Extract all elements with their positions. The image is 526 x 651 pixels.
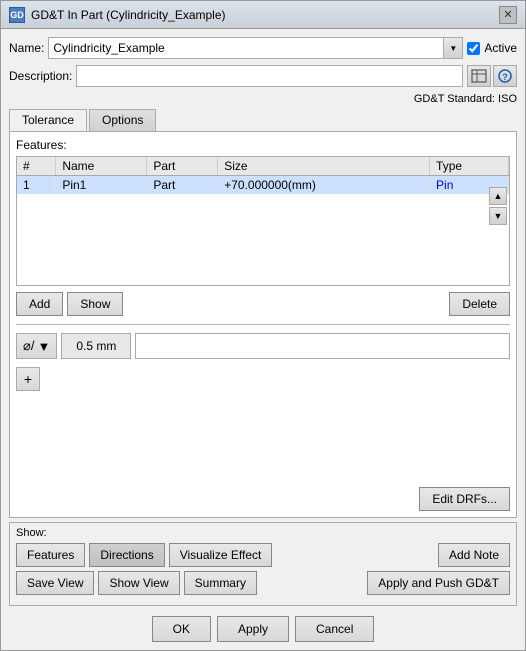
sort-arrows: ▲ ▼ — [489, 187, 507, 225]
svg-text:?: ? — [502, 72, 508, 82]
tab-tolerance[interactable]: Tolerance — [9, 109, 87, 131]
edit-drfs-button[interactable]: Edit DRFs... — [419, 487, 510, 511]
divider1 — [16, 324, 510, 325]
visualize-effect-btn[interactable]: Visualize Effect — [169, 543, 273, 567]
show-feature-button[interactable]: Show — [67, 292, 123, 316]
main-window: GD GD&T In Part (Cylindricity_Example) ✕… — [0, 0, 526, 651]
description-icon-btn1[interactable] — [467, 65, 491, 87]
description-input[interactable] — [76, 65, 463, 87]
cancel-button[interactable]: Cancel — [295, 616, 374, 642]
col-header-part: Part — [147, 157, 218, 176]
tolerance-symbol-btn[interactable]: ⌀/ ▼ — [16, 333, 57, 359]
cell-size: +70.000000(mm) — [218, 176, 430, 195]
edit-drfs-row: Edit DRFs... — [16, 487, 510, 511]
delete-button[interactable]: Delete — [449, 292, 510, 316]
directions-show-btn[interactable]: Directions — [89, 543, 164, 567]
table-header-row: # Name Part Size Type — [17, 157, 509, 176]
active-checkbox[interactable] — [467, 42, 480, 55]
apply-button[interactable]: Apply — [217, 616, 289, 642]
tolerance-extra-field — [135, 333, 510, 359]
summary-btn[interactable]: Summary — [184, 571, 257, 595]
bottom-buttons: OK Apply Cancel — [9, 616, 517, 642]
tolerance-tab-inner: Features: # Name Part Size Type — [10, 132, 516, 517]
table-row[interactable]: 1 Pin1 Part +70.000000(mm) Pin — [17, 176, 509, 195]
show-section: Show: Features Directions Visualize Effe… — [9, 522, 517, 606]
col-header-size: Size — [218, 157, 430, 176]
description-icons: ? — [467, 65, 517, 87]
add-button[interactable]: Add — [16, 292, 63, 316]
col-header-name: Name — [56, 157, 147, 176]
active-label: Active — [484, 41, 517, 55]
dialog-content: Name: ▼ Active Description: — [1, 29, 525, 650]
active-checkbox-row: Active — [467, 41, 517, 55]
ok-button[interactable]: OK — [152, 616, 211, 642]
features-table: # Name Part Size Type 1 Pin1 — [17, 157, 509, 194]
sort-up-btn[interactable]: ▲ — [489, 187, 507, 205]
cell-num: 1 — [17, 176, 56, 195]
title-bar-left: GD GD&T In Part (Cylindricity_Example) — [9, 7, 226, 23]
apply-push-gdt-btn[interactable]: Apply and Push GD&T — [367, 571, 510, 595]
show-view-btn[interactable]: Show View — [98, 571, 179, 595]
features-show-btn[interactable]: Features — [16, 543, 85, 567]
col-header-type: Type — [430, 157, 509, 176]
plus-button[interactable]: + — [16, 367, 40, 391]
show-section-label: Show: — [16, 527, 510, 539]
gdt-standard: GD&T Standard: ISO — [9, 93, 517, 105]
tolerance-row: ⌀/ ▼ 0.5 mm — [16, 333, 510, 359]
name-dropdown: ▼ — [48, 37, 463, 59]
feature-buttons-row: Add Show Delete — [16, 292, 510, 316]
tab-options[interactable]: Options — [89, 109, 156, 131]
tolerance-symbol: ⌀/ — [23, 338, 34, 354]
features-label: Features: — [16, 138, 510, 152]
tolerance-value[interactable]: 0.5 mm — [61, 333, 131, 359]
spacer — [16, 391, 510, 483]
save-view-btn[interactable]: Save View — [16, 571, 94, 595]
name-dropdown-btn[interactable]: ▼ — [443, 37, 463, 59]
name-row: Name: ▼ Active — [9, 37, 517, 59]
description-label: Description: — [9, 69, 72, 83]
sort-down-btn[interactable]: ▼ — [489, 207, 507, 225]
description-icon-btn2[interactable]: ? — [493, 65, 517, 87]
add-note-btn[interactable]: Add Note — [438, 543, 510, 567]
name-input[interactable] — [48, 37, 443, 59]
col-header-num: # — [17, 157, 56, 176]
features-table-container: # Name Part Size Type 1 Pin1 — [16, 156, 510, 286]
description-row: Description: ? — [9, 65, 517, 87]
tab-content-area: Features: # Name Part Size Type — [9, 131, 517, 518]
tabs-container: Tolerance Options Features: # Name Par — [9, 109, 517, 518]
title-bar: GD GD&T In Part (Cylindricity_Example) ✕ — [1, 1, 525, 29]
tolerance-dropdown-arrow: ▼ — [37, 339, 50, 354]
tab-bar: Tolerance Options — [9, 109, 517, 131]
window-title: GD&T In Part (Cylindricity_Example) — [31, 8, 226, 22]
show-buttons-row1: Features Directions Visualize Effect Add… — [16, 543, 510, 567]
cell-part: Part — [147, 176, 218, 195]
show-buttons-row2: Save View Show View Summary Apply and Pu… — [16, 571, 510, 595]
help-icon: ? — [497, 69, 513, 83]
window-icon: GD — [9, 7, 25, 23]
name-label: Name: — [9, 41, 44, 55]
table-icon — [471, 69, 487, 83]
cell-name: Pin1 — [56, 176, 147, 195]
close-button[interactable]: ✕ — [499, 6, 517, 24]
